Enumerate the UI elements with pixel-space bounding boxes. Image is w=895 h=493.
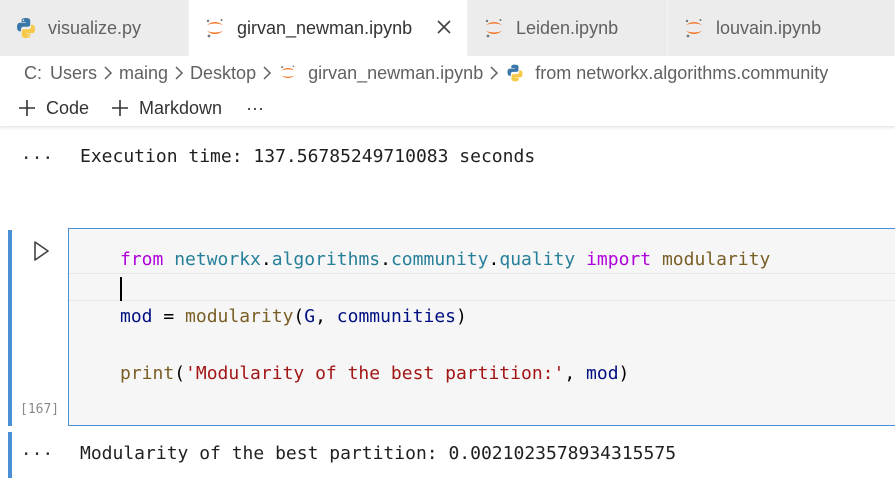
editor-tab-bar: visualize.py girvan_newman.ipynb Leiden.… [0,0,895,56]
notebook-toolbar: Code Markdown ··· [0,90,895,126]
output-text: Modularity of the best partition: 0.0021… [80,443,677,464]
output-more-icon[interactable]: ··· [21,444,54,465]
tab-label: Leiden.ipynb [516,17,619,38]
breadcrumb-desktop[interactable]: Desktop [190,63,256,84]
run-cell-icon[interactable] [30,240,52,262]
cell-focus-indicator [8,230,12,426]
code-token: print [120,363,175,384]
output-text: Execution time: 137.56785249710083 secon… [80,146,536,167]
python-icon [507,64,523,82]
tab-label: visualize.py [48,17,142,38]
tab-visualize-py[interactable]: visualize.py [0,0,189,56]
code-token: modularity [661,249,771,270]
breadcrumb-user-folder[interactable]: maing [119,63,168,84]
code-token: ( [174,363,186,384]
code-token: ) [456,306,467,327]
output-more-icon[interactable]: ··· [21,148,54,169]
plus-icon [112,100,129,116]
code-token: algorithms [271,249,381,270]
chevron-right-icon [168,64,190,82]
chevron-right-icon [97,64,119,82]
breadcrumb-notebook-file[interactable]: girvan_newman.ipynb [278,63,483,84]
code-line-import: from networkx.algorithms.community.quali… [120,249,770,270]
chevron-right-icon [256,64,278,82]
code-token: from [120,249,164,270]
breadcrumb-label: from networkx.algorithms.community [535,62,829,83]
code-token: . [260,249,272,270]
close-icon[interactable] [433,16,455,38]
code-token: networkx [174,249,261,270]
tab-leiden-ipynb[interactable]: Leiden.ipynb [468,0,668,56]
code-token: . [488,249,500,270]
plus-icon [19,100,35,116]
breadcrumb-cell[interactable]: from networkx.algorithms.community [505,63,828,84]
code-token: import [586,249,652,270]
jupyter-icon [685,19,702,38]
python-icon [17,18,35,38]
jupyter-icon [485,19,502,38]
breadcrumb-users[interactable]: Users [50,63,97,84]
markdown-label: Markdown [139,97,223,118]
code-token: , [315,306,337,327]
code-token: , [564,363,587,384]
code-label: Code [46,97,90,118]
text-cursor [120,277,122,301]
tab-label: louvain.ipynb [716,17,822,38]
more-actions-button[interactable]: ··· [246,98,264,119]
code-line-assign: mod = modularity(G, communities) [120,306,467,327]
jupyter-icon [281,65,295,78]
code-token: quality [499,249,576,270]
code-token: ( [293,306,305,327]
code-token: communities [336,306,456,327]
code-token: mod [120,306,153,327]
jupyter-icon [206,19,223,38]
code-token: . [380,249,391,270]
tab-girvan-newman-ipynb[interactable]: girvan_newman.ipynb [189,0,468,56]
breadcrumb: C: Users maing Desktop girvan_newman.ipy… [0,56,895,90]
add-markdown-cell-button[interactable]: Markdown [111,98,222,119]
code-editor[interactable]: from networkx.algorithms.community.quali… [68,228,895,426]
code-token: ) [618,363,630,384]
output-focus-indicator [8,432,12,478]
code-line-print: print('Modularity of the best partition:… [120,363,629,384]
code-token: = [152,306,186,327]
code-token: 'Modularity of the best partition:' [185,363,565,384]
tab-louvain-ipynb[interactable]: louvain.ipynb [668,0,895,56]
current-line-highlight [69,273,895,301]
code-token: G [304,306,316,327]
tab-label: girvan_newman.ipynb [237,17,413,38]
breadcrumb-drive[interactable]: C: [24,63,42,84]
code-token: mod [586,363,619,384]
execution-count: [167] [20,402,60,417]
code-token: modularity [185,306,294,327]
add-code-cell-button[interactable]: Code [18,98,89,119]
chevron-right-icon [483,64,505,82]
code-token: community [390,249,489,270]
breadcrumb-label: girvan_newman.ipynb [308,62,484,83]
